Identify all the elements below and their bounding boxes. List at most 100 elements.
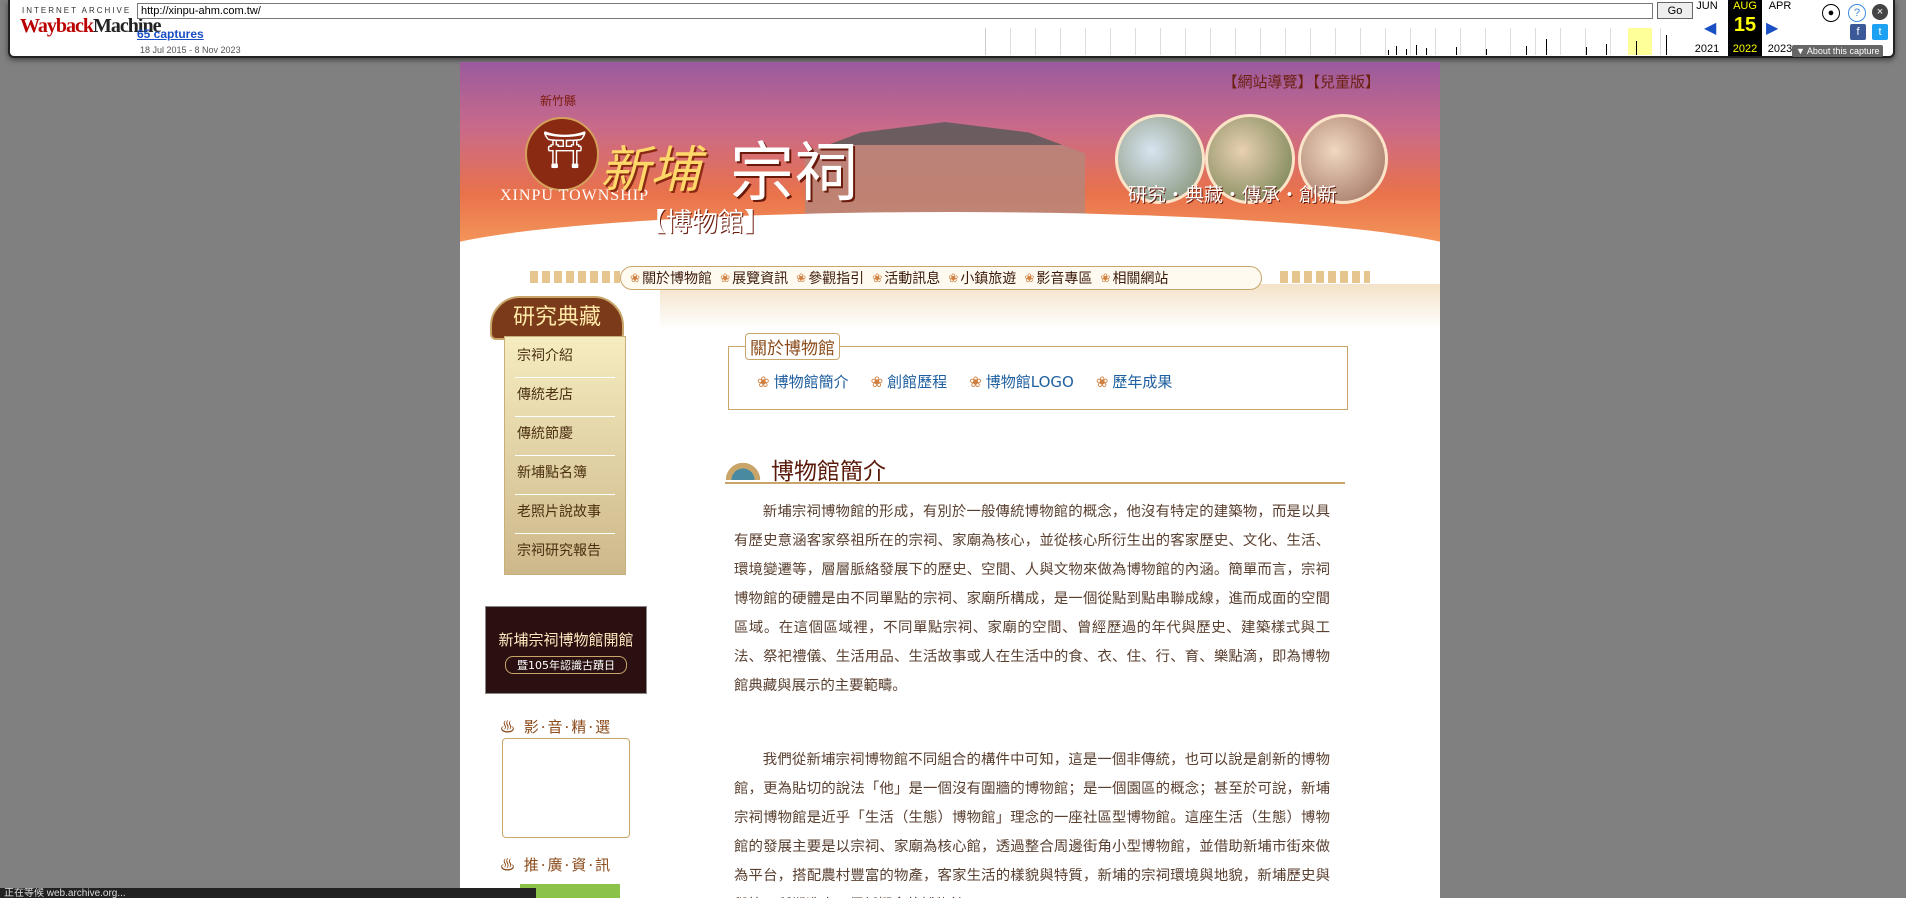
flower-icon: ❀	[870, 373, 884, 391]
opening-promo-banner[interactable]: 新埔宗祠博物館開館 暨105年認識古蹟日	[485, 606, 647, 694]
nav-item-label: 活動訊息	[884, 271, 941, 287]
about-museum-box: 關於博物館 ❀ 博物館簡介 ❀ 創館歷程 ❀ 博物館LOGO ❀ 歷年成果	[728, 333, 1348, 410]
sidebar-menu: 宗祠介紹 傳統老店 傳統節慶 新埔點名簿 老照片說故事 宗祠研究報告	[504, 336, 626, 575]
site-title-ancestral: 宗祠	[730, 137, 858, 211]
sidebar-item-shrine-intro[interactable]: 宗祠介紹	[515, 339, 615, 378]
nav-item-travel[interactable]: ❀ 小鎮旅遊	[948, 268, 1016, 288]
sidebar-heading: 研究典藏	[490, 296, 624, 340]
spark-bar	[1606, 44, 1607, 55]
site-banner: 【網站導覽】【兒童版】 新竹縣 XINPU TOWNSHIP 新埔 宗祠 【博物…	[460, 62, 1440, 332]
flower-icon: ❀	[757, 373, 770, 391]
captures-link[interactable]: 65 captures	[137, 27, 204, 41]
current-year-label: 2022	[1732, 43, 1758, 55]
nav-pattern-left	[530, 271, 620, 283]
video-box[interactable]	[502, 738, 630, 838]
close-icon[interactable]: ×	[1872, 4, 1888, 20]
nav-item-exhibition[interactable]: ❀ 展覽資訊	[720, 268, 788, 288]
about-box-label: 關於博物館	[745, 333, 840, 360]
capture-sparkline[interactable]	[985, 28, 1676, 55]
flower-icon: ❀	[969, 373, 982, 391]
sidebar-item-old-shops[interactable]: 傳統老店	[515, 378, 615, 417]
help-icon[interactable]: ?	[1848, 4, 1866, 22]
sidebar-item-festivals[interactable]: 傳統節慶	[515, 417, 615, 456]
flower-icon: ❀	[872, 271, 883, 285]
facebook-icon[interactable]: f	[1850, 24, 1866, 40]
flower-icon: ❀	[796, 271, 807, 285]
go-button[interactable]: Go	[1657, 2, 1693, 19]
spark-bar	[1586, 47, 1587, 55]
spark-bar	[1388, 50, 1389, 55]
about-link-intro[interactable]: ❀ 博物館簡介	[757, 371, 849, 392]
nav-item-label: 相關網站	[1112, 271, 1169, 287]
nav-item-events[interactable]: ❀ 活動訊息	[872, 268, 940, 288]
nav-item-label: 展覽資訊	[732, 271, 789, 287]
twitter-icon[interactable]: t	[1872, 24, 1888, 40]
spark-bar	[1456, 47, 1457, 55]
nav-item-links[interactable]: ❀ 相關網站	[1100, 268, 1168, 288]
nav-item-label: 小鎮旅遊	[960, 271, 1017, 287]
spark-bar	[1666, 35, 1667, 55]
promo-line-2: 暨105年認識古蹟日	[505, 656, 627, 674]
nav-item-label: 關於博物館	[642, 271, 713, 287]
fan-icon	[725, 458, 761, 480]
spark-bar	[1416, 45, 1417, 55]
prev-year-label: 2021	[1694, 43, 1720, 55]
nav-item-about[interactable]: ❀ 關於博物館	[630, 268, 712, 288]
archived-page: 【網站導覽】【兒童版】 新竹縣 XINPU TOWNSHIP 新埔 宗祠 【博物…	[460, 62, 1440, 898]
content-title-bar: 博物館簡介	[725, 452, 1345, 485]
about-capture-button[interactable]: ▼ About this capture	[1792, 45, 1884, 57]
main-nav: ❀ 關於博物館 ❀ 展覽資訊 ❀ 參觀指引 ❀ 活動訊息 ❀ 小鎮旅遊 ❀ 影音專區 ❀ 相關…	[530, 266, 1370, 290]
flower-icon: ❀	[1024, 271, 1035, 285]
nav-item-visit[interactable]: ❀ 參觀指引	[796, 268, 864, 288]
prev-arrow-icon[interactable]: ◀	[1704, 18, 1716, 37]
promo-section-title: ♨ 推·廣·資·訊	[500, 854, 612, 875]
wayback-toolbar: INTERNET ARCHIVE WaybackMachine Go 65 ca…	[8, 0, 1895, 58]
sidebar-item-old-photos[interactable]: 老照片說故事	[515, 495, 615, 534]
spark-bar	[1526, 46, 1527, 55]
about-link-label: 創館歷程	[887, 373, 948, 391]
spark-bar	[1396, 46, 1397, 55]
nav-item-label: 參觀指引	[808, 271, 865, 287]
promo-line-1: 新埔宗祠博物館開館	[498, 631, 634, 649]
flower-icon: ❀	[948, 271, 959, 285]
content-title: 博物館簡介	[771, 459, 886, 485]
next-month[interactable]: APR 2023	[1763, 0, 1797, 55]
museum-emblem-icon[interactable]	[525, 117, 599, 191]
county-label: 新竹縣	[540, 94, 577, 108]
content-paragraph-2: 我們從新埔宗祠博物館不同組合的構件中可知，這是一個非傳統，也可以說是創新的博物館…	[734, 752, 1330, 898]
current-month-label: AUG	[1733, 0, 1757, 12]
spark-bar	[1406, 49, 1407, 55]
about-link-label: 歷年成果	[1112, 373, 1173, 391]
about-link-logo[interactable]: ❀ 博物館LOGO	[969, 371, 1074, 392]
torch-icon: ♨	[500, 856, 524, 874]
flower-icon: ❀	[1095, 373, 1109, 391]
nav-pattern-right	[1280, 271, 1370, 283]
spark-bar	[1486, 49, 1487, 55]
site-title-museum: 【博物館】	[640, 208, 771, 238]
video-title-text: 影·音·精·選	[523, 718, 613, 736]
sidebar-item-roll-call[interactable]: 新埔點名簿	[515, 456, 615, 495]
video-section-title: ♨ 影·音·精·選	[500, 716, 612, 737]
nav-item-media[interactable]: ❀ 影音專區	[1024, 268, 1092, 288]
prev-month[interactable]: JUN 2021	[1690, 0, 1724, 55]
wayback-logo-word-a: Wayback	[20, 15, 94, 37]
flower-icon: ❀	[720, 271, 731, 285]
user-icon[interactable]: ●	[1822, 4, 1840, 22]
sidebar-item-reports[interactable]: 宗祠研究報告	[515, 534, 615, 572]
site-title-xinpu: 新埔	[600, 141, 700, 199]
about-link-label: 博物館LOGO	[985, 373, 1074, 391]
sparkline-highlight	[1628, 28, 1652, 55]
current-capture: AUG 15 2022	[1728, 0, 1762, 56]
about-link-label: 博物館簡介	[773, 373, 849, 391]
promo-title-text: 推·廣·資·訊	[523, 856, 613, 874]
wayback-logo-caption: INTERNET ARCHIVE	[22, 6, 132, 15]
flower-icon: ❀	[1100, 271, 1111, 285]
url-input[interactable]	[137, 3, 1653, 19]
about-link-history[interactable]: ❀ 創館歷程	[871, 371, 948, 392]
capture-range: 18 Jul 2015 - 8 Nov 2023	[140, 45, 241, 55]
prev-month-label: JUN	[1696, 0, 1718, 12]
about-link-results[interactable]: ❀ 歷年成果	[1096, 371, 1173, 392]
next-arrow-icon[interactable]: ▶	[1766, 18, 1778, 37]
top-links[interactable]: 【網站導覽】【兒童版】	[1222, 71, 1380, 92]
flower-icon: ❀	[630, 271, 641, 285]
